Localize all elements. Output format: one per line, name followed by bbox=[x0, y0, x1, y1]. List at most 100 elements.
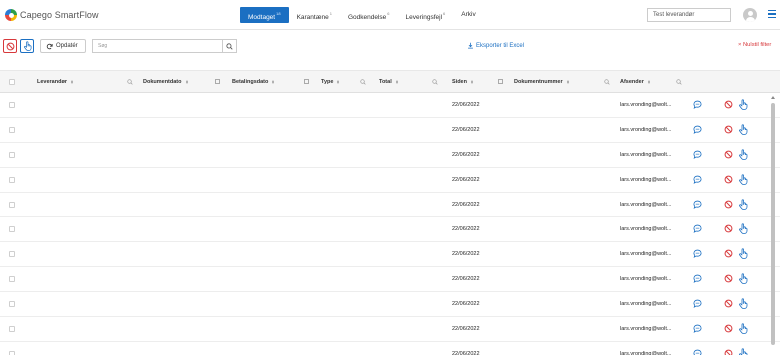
approve-hand-icon[interactable] bbox=[738, 223, 748, 235]
search-input[interactable]: Søg bbox=[92, 39, 222, 53]
row-checkbox[interactable] bbox=[9, 226, 15, 233]
row-checkbox[interactable] bbox=[9, 176, 15, 183]
deny-filter-button[interactable] bbox=[3, 39, 17, 53]
scroll-up-arrow-icon[interactable] bbox=[771, 96, 775, 99]
approve-hand-icon[interactable] bbox=[738, 174, 748, 185]
table-row[interactable]: 22/06/2022 lars.vronding@wolt... bbox=[0, 242, 780, 268]
sort-icon[interactable] bbox=[470, 79, 473, 85]
comment-icon[interactable] bbox=[693, 224, 702, 234]
table-row[interactable]: 22/06/2022 lars.vronding@wolt... bbox=[0, 317, 780, 342]
filter-search-icon[interactable] bbox=[676, 79, 682, 85]
approve-hand-icon[interactable] bbox=[738, 149, 748, 160]
filter-search-icon[interactable] bbox=[127, 79, 133, 85]
filter-search-icon[interactable] bbox=[604, 79, 610, 85]
table-row[interactable]: 22/06/2022 lars.vronding@wolt... bbox=[0, 217, 780, 243]
deny-icon[interactable] bbox=[724, 274, 733, 283]
tab-karantaene[interactable]: Karantæne1 bbox=[289, 7, 340, 23]
table-row[interactable]: 22/06/2022 lars.vronding@wolt... bbox=[0, 193, 780, 218]
approve-hand-icon[interactable] bbox=[738, 298, 748, 310]
row-sender: lars.vronding@wolt... bbox=[620, 301, 672, 308]
filter-search-icon[interactable] bbox=[432, 79, 438, 85]
header-dokumentnummer[interactable]: Dokumentnummer bbox=[514, 71, 569, 93]
table-row[interactable]: 22/06/2022 lars.vronding@wolt... bbox=[0, 267, 780, 293]
comment-icon[interactable] bbox=[693, 274, 702, 284]
app-title: Capego SmartFlow bbox=[20, 10, 99, 20]
approve-hand-icon[interactable] bbox=[738, 198, 748, 210]
deny-icon[interactable] bbox=[724, 100, 733, 109]
header-leverandor[interactable]: Leverandør bbox=[37, 71, 73, 93]
table-row[interactable]: 22/06/2022 lars.vronding@wolt... bbox=[0, 143, 780, 168]
comment-icon[interactable] bbox=[693, 125, 702, 134]
approve-hand-icon[interactable] bbox=[738, 323, 748, 334]
row-checkbox[interactable] bbox=[9, 151, 15, 158]
approve-hand-icon[interactable] bbox=[738, 99, 748, 110]
row-checkbox[interactable] bbox=[9, 251, 15, 258]
approve-hand-icon[interactable] bbox=[738, 273, 748, 285]
row-checkbox[interactable] bbox=[9, 102, 15, 108]
scrollbar-thumb[interactable] bbox=[771, 103, 775, 345]
comment-icon[interactable] bbox=[693, 349, 702, 355]
export-excel-link[interactable]: Eksporter til Excel bbox=[467, 42, 524, 49]
header-afsender[interactable]: Afsender bbox=[620, 71, 650, 93]
deny-icon[interactable] bbox=[724, 150, 733, 159]
sort-icon[interactable] bbox=[272, 79, 275, 85]
status-tabs: Modtaget18 Karantæne1 Godkendelse6 Lever… bbox=[240, 7, 484, 23]
approve-hand-icon[interactable] bbox=[738, 124, 748, 135]
sort-icon[interactable] bbox=[566, 79, 569, 85]
tab-arkiv[interactable]: Arkiv bbox=[453, 7, 483, 23]
select-all-checkbox[interactable] bbox=[9, 71, 15, 93]
row-checkbox[interactable] bbox=[9, 201, 15, 208]
filter-search-icon[interactable] bbox=[360, 79, 366, 85]
deny-icon[interactable] bbox=[724, 224, 733, 233]
header-total[interactable]: Total bbox=[379, 71, 398, 93]
comment-icon[interactable] bbox=[693, 299, 702, 309]
table-row[interactable]: 22/06/2022 lars.vronding@wolt... bbox=[0, 292, 780, 318]
deny-icon[interactable] bbox=[724, 349, 733, 355]
header-dokumentdato[interactable]: Dokumentdato bbox=[143, 71, 188, 93]
approve-hand-icon[interactable] bbox=[738, 248, 748, 260]
user-avatar-icon[interactable] bbox=[743, 8, 757, 22]
deny-icon[interactable] bbox=[724, 125, 733, 134]
table-row[interactable]: 22/06/2022 lars.vronding@wolt... bbox=[0, 118, 780, 143]
comment-icon[interactable] bbox=[693, 324, 702, 333]
header-type[interactable]: Type bbox=[321, 71, 340, 93]
filter-calendar-icon[interactable] bbox=[498, 79, 504, 85]
row-checkbox[interactable] bbox=[9, 326, 15, 333]
search-button[interactable] bbox=[222, 39, 237, 53]
menu-icon[interactable] bbox=[768, 10, 776, 19]
approve-filter-button[interactable] bbox=[20, 39, 34, 53]
deny-icon[interactable] bbox=[724, 175, 733, 184]
filter-calendar-icon[interactable] bbox=[304, 79, 310, 85]
approve-hand-icon[interactable] bbox=[738, 348, 748, 355]
comment-icon[interactable] bbox=[693, 200, 702, 209]
row-checkbox[interactable] bbox=[9, 301, 15, 308]
filter-calendar-icon[interactable] bbox=[215, 79, 221, 85]
tab-godkendelse[interactable]: Godkendelse6 bbox=[340, 7, 398, 23]
refresh-button[interactable]: Opdatér bbox=[40, 39, 86, 53]
comment-icon[interactable] bbox=[693, 150, 702, 159]
table-row[interactable]: 22/06/2022 lars.vronding@wolt... bbox=[0, 342, 780, 355]
comment-icon[interactable] bbox=[693, 100, 702, 109]
row-checkbox[interactable] bbox=[9, 350, 15, 355]
sort-icon[interactable] bbox=[337, 79, 340, 85]
tab-leveringsfejl[interactable]: Leveringsfejl6 bbox=[398, 7, 454, 23]
table-row[interactable]: 22/06/2022 lars.vronding@wolt... bbox=[0, 93, 780, 118]
header-betalingsdato[interactable]: Betalingsdato bbox=[232, 71, 275, 93]
sort-icon[interactable] bbox=[647, 79, 650, 85]
header-siden[interactable]: Siden bbox=[452, 71, 473, 93]
comment-icon[interactable] bbox=[693, 249, 702, 259]
sort-icon[interactable] bbox=[70, 79, 73, 85]
reset-filter-link[interactable]: × Nulstil filter bbox=[738, 42, 771, 48]
deny-icon[interactable] bbox=[724, 249, 733, 258]
row-checkbox[interactable] bbox=[9, 276, 15, 283]
sort-icon[interactable] bbox=[395, 79, 398, 85]
row-checkbox[interactable] bbox=[9, 126, 15, 133]
sort-icon[interactable] bbox=[185, 79, 188, 85]
deny-icon[interactable] bbox=[724, 200, 733, 209]
company-select[interactable]: Test leverandør bbox=[647, 8, 731, 22]
deny-icon[interactable] bbox=[724, 299, 733, 308]
deny-icon[interactable] bbox=[724, 324, 733, 333]
table-row[interactable]: 22/06/2022 lars.vronding@wolt... bbox=[0, 168, 780, 193]
comment-icon[interactable] bbox=[693, 175, 702, 184]
tab-modtaget[interactable]: Modtaget18 bbox=[240, 7, 289, 23]
